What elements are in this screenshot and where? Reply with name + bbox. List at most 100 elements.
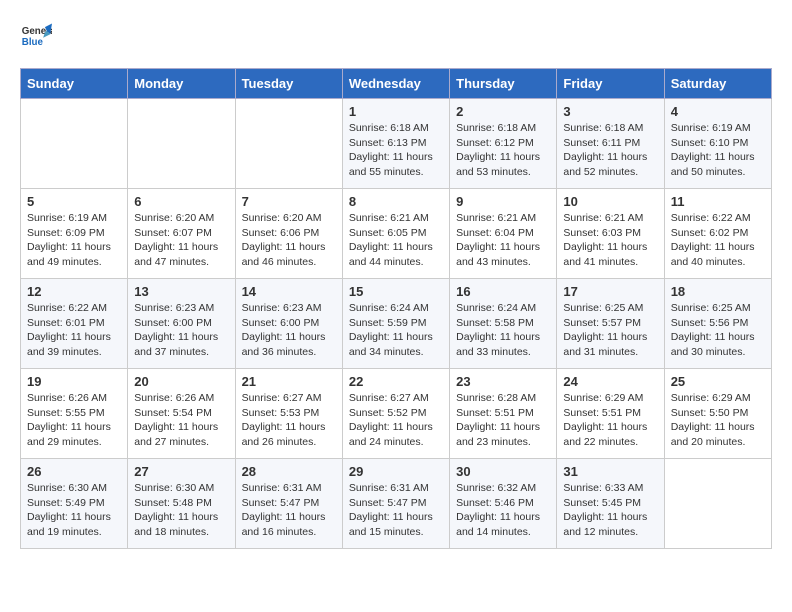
cell-info: Sunrise: 6:26 AMSunset: 5:55 PMDaylight:… bbox=[27, 391, 121, 450]
calendar-cell: 4 Sunrise: 6:19 AMSunset: 6:10 PMDaylight… bbox=[664, 99, 771, 189]
day-number: 17 bbox=[563, 284, 657, 299]
calendar-week-4: 19 Sunrise: 6:26 AMSunset: 5:55 PMDayligh… bbox=[21, 369, 772, 459]
day-number: 22 bbox=[349, 374, 443, 389]
day-number: 18 bbox=[671, 284, 765, 299]
day-number: 23 bbox=[456, 374, 550, 389]
calendar-cell: 31 Sunrise: 6:33 AMSunset: 5:45 PMDayligh… bbox=[557, 459, 664, 549]
cell-info: Sunrise: 6:18 AMSunset: 6:11 PMDaylight:… bbox=[563, 121, 657, 180]
day-number: 27 bbox=[134, 464, 228, 479]
calendar-cell: 20 Sunrise: 6:26 AMSunset: 5:54 PMDayligh… bbox=[128, 369, 235, 459]
calendar-cell: 19 Sunrise: 6:26 AMSunset: 5:55 PMDayligh… bbox=[21, 369, 128, 459]
cell-info: Sunrise: 6:32 AMSunset: 5:46 PMDaylight:… bbox=[456, 481, 550, 540]
calendar-cell: 26 Sunrise: 6:30 AMSunset: 5:49 PMDayligh… bbox=[21, 459, 128, 549]
day-number: 21 bbox=[242, 374, 336, 389]
weekday-header-row: SundayMondayTuesdayWednesdayThursdayFrid… bbox=[21, 69, 772, 99]
cell-info: Sunrise: 6:29 AMSunset: 5:51 PMDaylight:… bbox=[563, 391, 657, 450]
calendar-week-5: 26 Sunrise: 6:30 AMSunset: 5:49 PMDayligh… bbox=[21, 459, 772, 549]
cell-info: Sunrise: 6:28 AMSunset: 5:51 PMDaylight:… bbox=[456, 391, 550, 450]
weekday-header-saturday: Saturday bbox=[664, 69, 771, 99]
cell-info: Sunrise: 6:30 AMSunset: 5:48 PMDaylight:… bbox=[134, 481, 228, 540]
cell-info: Sunrise: 6:18 AMSunset: 6:12 PMDaylight:… bbox=[456, 121, 550, 180]
cell-info: Sunrise: 6:19 AMSunset: 6:10 PMDaylight:… bbox=[671, 121, 765, 180]
cell-info: Sunrise: 6:30 AMSunset: 5:49 PMDaylight:… bbox=[27, 481, 121, 540]
calendar-cell: 14 Sunrise: 6:23 AMSunset: 6:00 PMDayligh… bbox=[235, 279, 342, 369]
cell-info: Sunrise: 6:31 AMSunset: 5:47 PMDaylight:… bbox=[349, 481, 443, 540]
cell-info: Sunrise: 6:25 AMSunset: 5:56 PMDaylight:… bbox=[671, 301, 765, 360]
calendar-cell: 5 Sunrise: 6:19 AMSunset: 6:09 PMDaylight… bbox=[21, 189, 128, 279]
calendar-cell: 18 Sunrise: 6:25 AMSunset: 5:56 PMDayligh… bbox=[664, 279, 771, 369]
logo-icon: General Blue bbox=[20, 20, 52, 52]
cell-info: Sunrise: 6:26 AMSunset: 5:54 PMDaylight:… bbox=[134, 391, 228, 450]
calendar-cell: 16Sunrise: 6:24 AMSunset: 5:58 PMDayligh… bbox=[450, 279, 557, 369]
cell-info: Sunrise: 6:19 AMSunset: 6:09 PMDaylight:… bbox=[27, 211, 121, 270]
calendar-cell: 12 Sunrise: 6:22 AMSunset: 6:01 PMDayligh… bbox=[21, 279, 128, 369]
calendar-cell bbox=[235, 99, 342, 189]
calendar-cell: 28 Sunrise: 6:31 AMSunset: 5:47 PMDayligh… bbox=[235, 459, 342, 549]
day-number: 30 bbox=[456, 464, 550, 479]
cell-info: Sunrise: 6:27 AMSunset: 5:53 PMDaylight:… bbox=[242, 391, 336, 450]
calendar-cell: 25Sunrise: 6:29 AMSunset: 5:50 PMDayligh… bbox=[664, 369, 771, 459]
calendar-cell: 23 Sunrise: 6:28 AMSunset: 5:51 PMDayligh… bbox=[450, 369, 557, 459]
calendar-cell: 10 Sunrise: 6:21 AMSunset: 6:03 PMDayligh… bbox=[557, 189, 664, 279]
calendar-cell: 15Sunrise: 6:24 AMSunset: 5:59 PMDayligh… bbox=[342, 279, 449, 369]
calendar-table: SundayMondayTuesdayWednesdayThursdayFrid… bbox=[20, 68, 772, 549]
day-number: 26 bbox=[27, 464, 121, 479]
weekday-header-monday: Monday bbox=[128, 69, 235, 99]
day-number: 10 bbox=[563, 194, 657, 209]
day-number: 29 bbox=[349, 464, 443, 479]
day-number: 12 bbox=[27, 284, 121, 299]
cell-info: Sunrise: 6:25 AMSunset: 5:57 PMDaylight:… bbox=[563, 301, 657, 360]
calendar-cell: 9 Sunrise: 6:21 AMSunset: 6:04 PMDaylight… bbox=[450, 189, 557, 279]
calendar-cell bbox=[664, 459, 771, 549]
day-number: 3 bbox=[563, 104, 657, 119]
day-number: 9 bbox=[456, 194, 550, 209]
calendar-cell: 24 Sunrise: 6:29 AMSunset: 5:51 PMDayligh… bbox=[557, 369, 664, 459]
weekday-header-friday: Friday bbox=[557, 69, 664, 99]
calendar-cell: 30 Sunrise: 6:32 AMSunset: 5:46 PMDayligh… bbox=[450, 459, 557, 549]
day-number: 16 bbox=[456, 284, 550, 299]
cell-info: Sunrise: 6:23 AMSunset: 6:00 PMDaylight:… bbox=[134, 301, 228, 360]
day-number: 14 bbox=[242, 284, 336, 299]
cell-info: Sunrise: 6:23 AMSunset: 6:00 PMDaylight:… bbox=[242, 301, 336, 360]
cell-info: Sunrise: 6:24 AMSunset: 5:59 PMDaylight:… bbox=[349, 301, 443, 360]
day-number: 20 bbox=[134, 374, 228, 389]
day-number: 5 bbox=[27, 194, 121, 209]
cell-info: Sunrise: 6:27 AMSunset: 5:52 PMDaylight:… bbox=[349, 391, 443, 450]
day-number: 28 bbox=[242, 464, 336, 479]
cell-info: Sunrise: 6:31 AMSunset: 5:47 PMDaylight:… bbox=[242, 481, 336, 540]
day-number: 4 bbox=[671, 104, 765, 119]
cell-info: Sunrise: 6:29 AMSunset: 5:50 PMDaylight:… bbox=[671, 391, 765, 450]
day-number: 2 bbox=[456, 104, 550, 119]
svg-text:Blue: Blue bbox=[22, 37, 44, 48]
day-number: 11 bbox=[671, 194, 765, 209]
calendar-cell: 13 Sunrise: 6:23 AMSunset: 6:00 PMDayligh… bbox=[128, 279, 235, 369]
day-number: 31 bbox=[563, 464, 657, 479]
day-number: 19 bbox=[27, 374, 121, 389]
day-number: 13 bbox=[134, 284, 228, 299]
cell-info: Sunrise: 6:18 AMSunset: 6:13 PMDaylight:… bbox=[349, 121, 443, 180]
calendar-cell: 8Sunrise: 6:21 AMSunset: 6:05 PMDaylight… bbox=[342, 189, 449, 279]
calendar-cell: 17 Sunrise: 6:25 AMSunset: 5:57 PMDayligh… bbox=[557, 279, 664, 369]
calendar-cell: 27 Sunrise: 6:30 AMSunset: 5:48 PMDayligh… bbox=[128, 459, 235, 549]
day-number: 24 bbox=[563, 374, 657, 389]
calendar-cell bbox=[21, 99, 128, 189]
cell-info: Sunrise: 6:21 AMSunset: 6:04 PMDaylight:… bbox=[456, 211, 550, 270]
cell-info: Sunrise: 6:21 AMSunset: 6:03 PMDaylight:… bbox=[563, 211, 657, 270]
calendar-cell: 1 Sunrise: 6:18 AMSunset: 6:13 PMDaylight… bbox=[342, 99, 449, 189]
cell-info: Sunrise: 6:20 AMSunset: 6:06 PMDaylight:… bbox=[242, 211, 336, 270]
weekday-header-sunday: Sunday bbox=[21, 69, 128, 99]
day-number: 1 bbox=[349, 104, 443, 119]
weekday-header-tuesday: Tuesday bbox=[235, 69, 342, 99]
calendar-week-3: 12 Sunrise: 6:22 AMSunset: 6:01 PMDayligh… bbox=[21, 279, 772, 369]
calendar-cell: 21 Sunrise: 6:27 AMSunset: 5:53 PMDayligh… bbox=[235, 369, 342, 459]
calendar-cell: 22 Sunrise: 6:27 AMSunset: 5:52 PMDayligh… bbox=[342, 369, 449, 459]
page-header: General Blue bbox=[20, 20, 772, 52]
cell-info: Sunrise: 6:33 AMSunset: 5:45 PMDaylight:… bbox=[563, 481, 657, 540]
cell-info: Sunrise: 6:22 AMSunset: 6:01 PMDaylight:… bbox=[27, 301, 121, 360]
calendar-week-1: 1 Sunrise: 6:18 AMSunset: 6:13 PMDaylight… bbox=[21, 99, 772, 189]
calendar-cell: 11Sunrise: 6:22 AMSunset: 6:02 PMDayligh… bbox=[664, 189, 771, 279]
logo: General Blue bbox=[20, 20, 52, 52]
day-number: 6 bbox=[134, 194, 228, 209]
calendar-cell: 7Sunrise: 6:20 AMSunset: 6:06 PMDaylight… bbox=[235, 189, 342, 279]
calendar-cell: 3 Sunrise: 6:18 AMSunset: 6:11 PMDaylight… bbox=[557, 99, 664, 189]
